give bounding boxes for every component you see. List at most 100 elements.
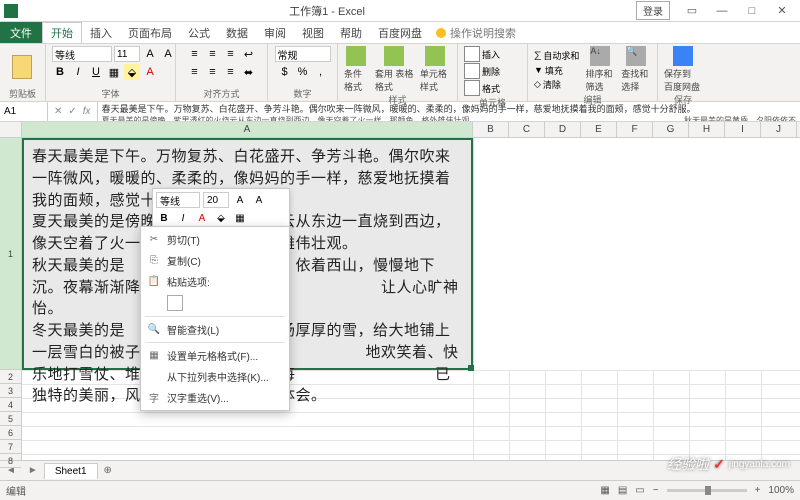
maximize-button[interactable]: □ [738, 1, 766, 21]
tab-view[interactable]: 视图 [294, 22, 332, 43]
col-header-e[interactable]: E [581, 122, 617, 137]
row-header-7[interactable]: 7 [0, 440, 21, 454]
sort-filter-button[interactable]: A↓排序和筛选 [585, 46, 615, 93]
tell-me-search[interactable]: 操作说明搜索 [436, 22, 516, 43]
view-normal-icon[interactable]: ▦ [600, 485, 609, 496]
bold-button[interactable]: B [52, 64, 68, 80]
zoom-in-button[interactable]: + [755, 485, 761, 496]
conditional-format-button[interactable]: 条件格式 [344, 46, 369, 93]
row-header-6[interactable]: 6 [0, 426, 21, 440]
tab-layout[interactable]: 页面布局 [120, 22, 180, 43]
merge-icon[interactable]: ⬌ [241, 64, 257, 80]
sheet-nav-next[interactable]: ► [22, 465, 44, 476]
fx-icon[interactable]: fx [83, 106, 91, 117]
sheet-tab-1[interactable]: Sheet1 [44, 463, 98, 479]
view-break-icon[interactable]: ▭ [635, 485, 644, 496]
ctx-pinyin[interactable]: 字汉字重选(V)... [141, 387, 289, 408]
mini-shrink-icon[interactable]: A [251, 192, 267, 208]
tab-help[interactable]: 帮助 [332, 22, 370, 43]
tab-home[interactable]: 开始 [42, 22, 82, 43]
view-layout-icon[interactable]: ▤ [618, 485, 627, 496]
mini-italic-button[interactable]: I [175, 210, 191, 226]
ctx-smart-lookup[interactable]: 🔍智能查找(L) [141, 319, 289, 340]
mini-grow-icon[interactable]: A [232, 192, 248, 208]
col-header-g[interactable]: G [653, 122, 689, 137]
mini-bold-button[interactable]: B [156, 210, 172, 226]
tab-formulas[interactable]: 公式 [180, 22, 218, 43]
name-box[interactable]: A1 [0, 102, 48, 121]
col-header-a[interactable]: A [22, 122, 473, 137]
select-all-corner[interactable] [0, 122, 22, 137]
font-color-button[interactable]: A [142, 64, 158, 80]
row-header-1[interactable]: 1 [0, 138, 21, 370]
align-mid-icon[interactable]: ≡ [205, 46, 221, 62]
worksheet-grid[interactable]: A B C D E F G H I J 1 2 3 4 5 6 7 8 春天最美… [0, 122, 800, 460]
row-header-8[interactable]: 8 [0, 454, 21, 468]
underline-button[interactable]: U [88, 64, 104, 80]
align-left-icon[interactable]: ≡ [187, 64, 203, 80]
mini-fill-button[interactable]: ⬙ [213, 210, 229, 226]
ribbon-options-icon[interactable]: ▭ [678, 1, 706, 21]
tab-baidu[interactable]: 百度网盘 [370, 22, 430, 43]
mini-font-select[interactable]: 等线 [156, 192, 200, 208]
ctx-pick-from-list[interactable]: 从下拉列表中选择(K)... [141, 366, 289, 387]
align-right-icon[interactable]: ≡ [223, 64, 239, 80]
font-name-select[interactable]: 等线 [52, 46, 112, 62]
add-sheet-button[interactable]: ⊕ [98, 465, 118, 476]
paste-button[interactable] [6, 51, 38, 83]
col-header-b[interactable]: B [473, 122, 509, 137]
fill-button[interactable]: ▼填充 [534, 64, 579, 77]
comma-icon[interactable]: , [313, 64, 329, 80]
mini-font-color-button[interactable]: A [194, 210, 210, 226]
mini-border-button[interactable]: ▦ [232, 210, 248, 226]
wrap-icon[interactable]: ↩ [241, 46, 257, 62]
row-header-2[interactable]: 2 [0, 370, 21, 384]
paste-option-icon[interactable] [167, 295, 183, 311]
col-header-d[interactable]: D [545, 122, 581, 137]
col-header-j[interactable]: J [761, 122, 797, 137]
find-select-button[interactable]: 🔍查找和选择 [621, 46, 651, 93]
row-header-3[interactable]: 3 [0, 384, 21, 398]
font-size-select[interactable]: 11 [114, 46, 140, 62]
ctx-format-cells[interactable]: ▦设置单元格格式(F)... [141, 345, 289, 366]
border-button[interactable]: ▦ [106, 64, 122, 80]
format-cells-button[interactable]: 格式 [464, 80, 500, 96]
close-button[interactable]: ✕ [768, 1, 796, 21]
enter-icon[interactable]: ✓ [68, 106, 76, 117]
italic-button[interactable]: I [70, 64, 86, 80]
table-format-button[interactable]: 套用 表格格式 [375, 46, 414, 93]
row-header-4[interactable]: 4 [0, 398, 21, 412]
align-bot-icon[interactable]: ≡ [223, 46, 239, 62]
cell-styles-button[interactable]: 单元格样式 [420, 46, 451, 93]
number-format-select[interactable]: 常规 [275, 46, 331, 62]
mini-size-select[interactable]: 20 [203, 192, 229, 208]
ctx-copy[interactable]: ⎘复制(C) [141, 250, 289, 271]
ctx-cut[interactable]: ✂剪切(T) [141, 229, 289, 250]
row-header-5[interactable]: 5 [0, 412, 21, 426]
col-header-i[interactable]: I [725, 122, 761, 137]
col-header-h[interactable]: H [689, 122, 725, 137]
delete-cells-button[interactable]: 删除 [464, 63, 500, 79]
currency-icon[interactable]: $ [277, 64, 293, 80]
login-button[interactable]: 登录 [636, 1, 670, 20]
fill-color-button[interactable]: ⬙ [124, 64, 140, 80]
grow-font-icon[interactable]: A [142, 46, 158, 62]
clear-button[interactable]: ◇清除 [534, 78, 579, 91]
align-center-icon[interactable]: ≡ [205, 64, 221, 80]
col-header-c[interactable]: C [509, 122, 545, 137]
zoom-out-button[interactable]: − [653, 485, 659, 496]
zoom-slider[interactable] [667, 489, 747, 492]
tab-review[interactable]: 审阅 [256, 22, 294, 43]
formula-content[interactable]: 春天最美是下午。万物复苏、白花盛开、争芳斗艳。偶尔吹来一阵微风，暖暖的、柔柔的，… [98, 102, 800, 121]
col-header-f[interactable]: F [617, 122, 653, 137]
tab-insert[interactable]: 插入 [82, 22, 120, 43]
percent-icon[interactable]: % [295, 64, 311, 80]
selection-handle[interactable] [468, 365, 474, 371]
minimize-button[interactable]: — [708, 1, 736, 21]
tab-file[interactable]: 文件 [0, 22, 42, 43]
insert-cells-button[interactable]: 插入 [464, 46, 500, 62]
align-top-icon[interactable]: ≡ [187, 46, 203, 62]
zoom-level[interactable]: 100% [768, 485, 794, 496]
ctx-paste-choice[interactable] [141, 292, 289, 314]
save-baidu-button[interactable]: 保存到 百度网盘 [664, 46, 702, 93]
